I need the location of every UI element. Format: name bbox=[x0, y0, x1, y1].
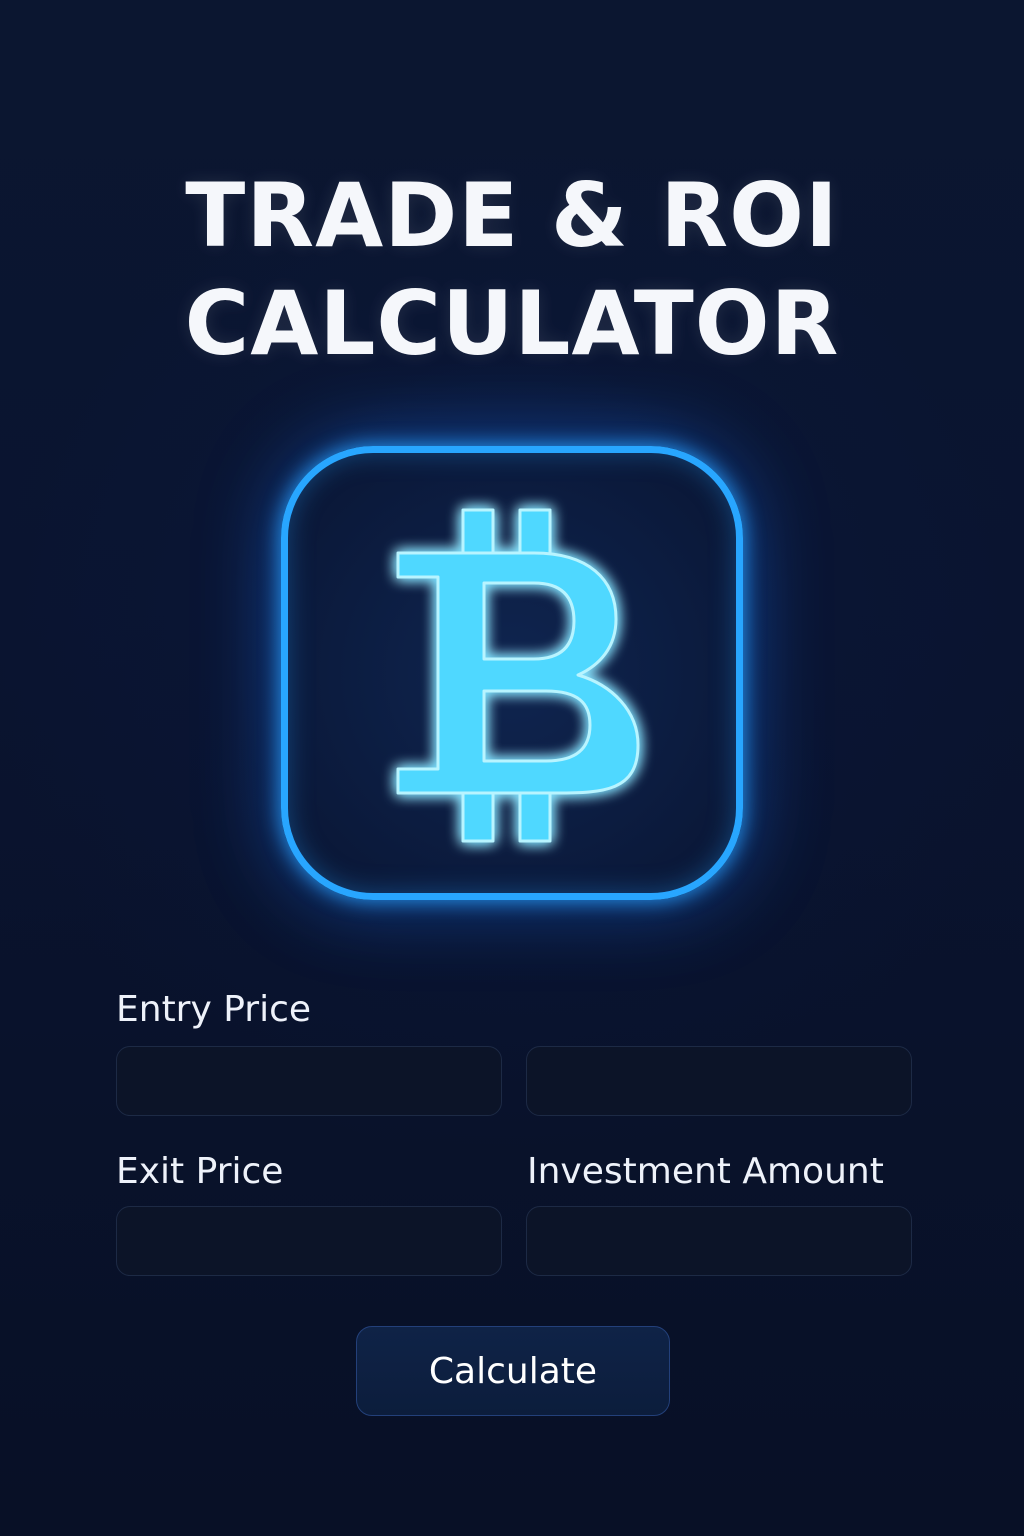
exit-price-input[interactable] bbox=[116, 1206, 502, 1276]
secondary-input[interactable] bbox=[526, 1046, 912, 1116]
bitcoin-icon bbox=[396, 508, 640, 843]
page-title-line-2: CALCULATOR bbox=[184, 272, 840, 375]
exit-price-label: Exit Price bbox=[116, 1151, 284, 1192]
entry-price-input[interactable] bbox=[116, 1046, 502, 1116]
entry-price-label: Entry Price bbox=[116, 989, 312, 1030]
calculate-button[interactable]: Calculate bbox=[356, 1326, 670, 1416]
investment-amount-label: Investment Amount bbox=[527, 1151, 884, 1192]
bitcoin-logo-tile bbox=[281, 446, 743, 900]
page-title-line-1: TRADE & ROI bbox=[185, 164, 839, 267]
investment-amount-input[interactable] bbox=[526, 1206, 912, 1276]
